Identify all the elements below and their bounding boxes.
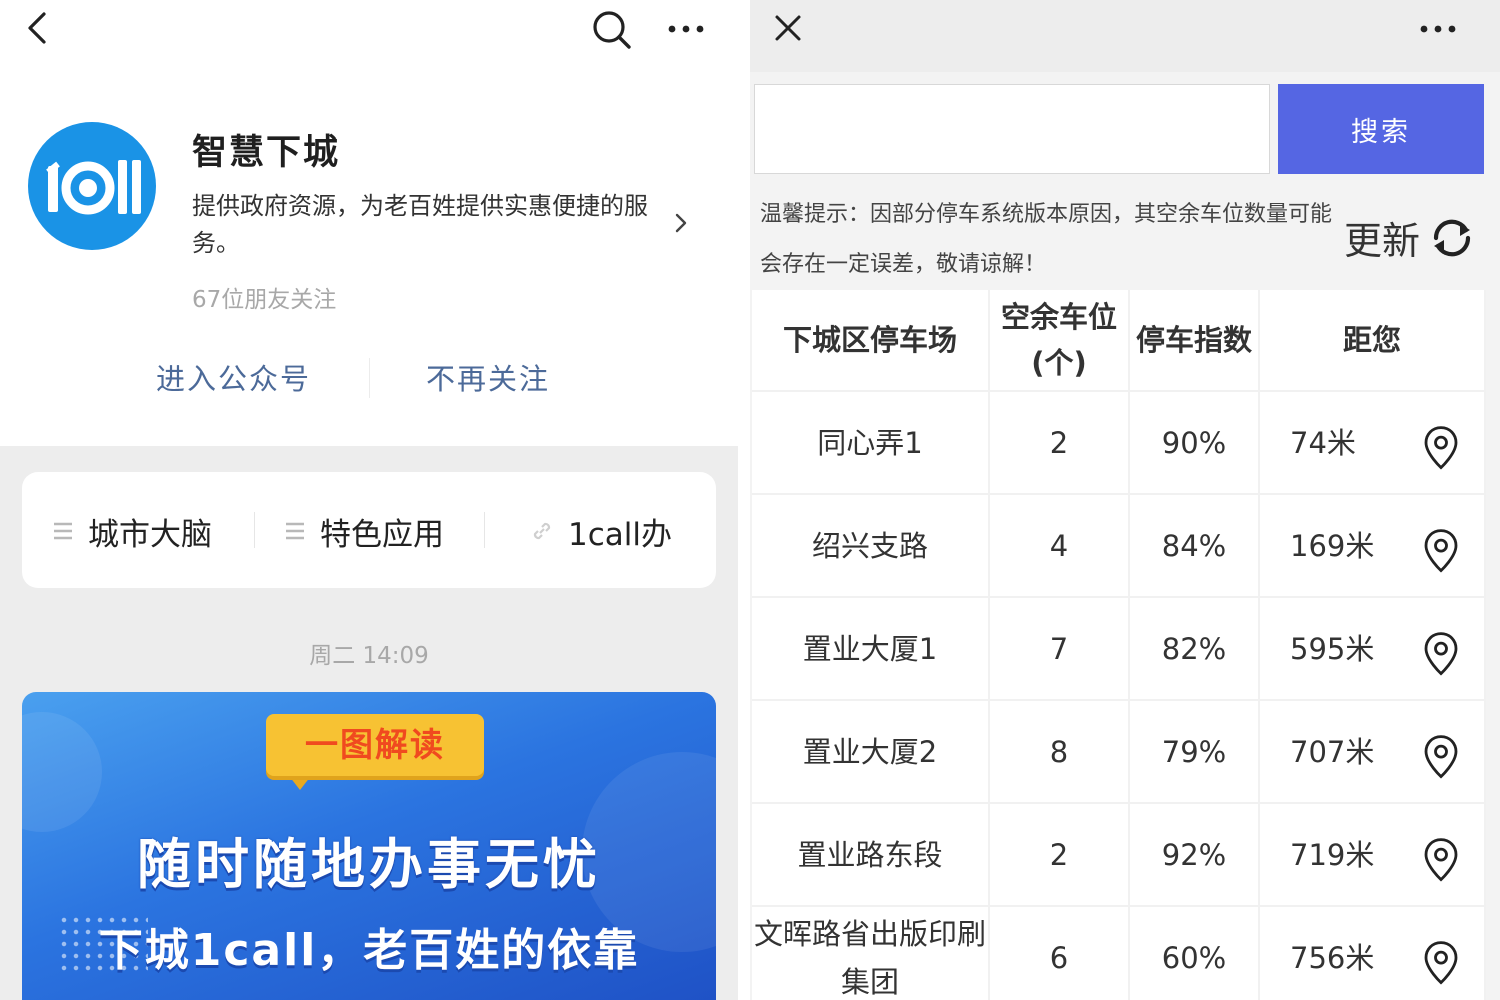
lot-name: 同心弄1 [752, 392, 990, 495]
more-options-icon[interactable] [664, 14, 708, 44]
webview-header [750, 0, 1500, 72]
table-row[interactable]: 绍兴支路 4 84% 169米 [752, 495, 1486, 598]
distance-value: 719米 [1290, 837, 1375, 872]
official-account-profile-pane: 智慧下城 提供政府资源，为老百姓提供实惠便捷的服务。 67位朋友关注 进入公众号… [0, 0, 738, 1000]
lot-name: 文晖路省出版印刷集团 [752, 907, 990, 1000]
distance-value: 707米 [1290, 734, 1375, 769]
divider [369, 358, 370, 398]
free-spaces: 2 [990, 392, 1130, 495]
lot-name: 置业大厦1 [752, 598, 990, 701]
table-row[interactable]: 置业大厦1 7 82% 595米 [752, 598, 1486, 701]
link-icon [533, 522, 551, 540]
parking-search-pane: 搜索 温馨提示：因部分停车系统版本原因，其空余车位数量可能会存在一定误差，敬请谅… [750, 0, 1500, 1000]
lot-name: 绍兴支路 [752, 495, 990, 598]
menu-lines-icon [54, 522, 72, 540]
article-banner[interactable]: 一图解读 随时随地办事无忧 下城1call，老百姓的依靠 [22, 692, 716, 1000]
free-spaces: 6 [990, 907, 1130, 1000]
table-row[interactable]: 文晖路省出版印刷集团 6 60% 756米 [752, 907, 1486, 1000]
parking-index: 92% [1130, 804, 1260, 907]
table-row[interactable]: 置业路东段 2 92% 719米 [752, 804, 1486, 907]
table-row[interactable]: 置业大厦2 8 79% 707米 [752, 701, 1486, 804]
account-logo [28, 122, 156, 250]
parking-index: 84% [1130, 495, 1260, 598]
column-header-free-spaces: 空余车位(个) [990, 290, 1130, 392]
menu-item-label: 1call办 [568, 516, 672, 553]
distance-cell: 707米 [1260, 701, 1486, 804]
free-spaces: 7 [990, 598, 1130, 701]
distance-cell: 719米 [1260, 804, 1486, 907]
profile-section: 智慧下城 提供政府资源，为老百姓提供实惠便捷的服务。 67位朋友关注 进入公众号… [0, 0, 738, 446]
divider [254, 512, 255, 548]
location-pin-icon[interactable] [1422, 424, 1460, 470]
distance-cell: 595米 [1260, 598, 1486, 701]
banner-tag: 一图解读 [266, 714, 484, 776]
location-pin-icon[interactable] [1422, 939, 1460, 985]
lot-name: 置业大厦2 [752, 701, 990, 804]
parking-index: 60% [1130, 907, 1260, 1000]
divider [484, 512, 485, 548]
free-spaces: 4 [990, 495, 1130, 598]
parking-index: 79% [1130, 701, 1260, 804]
refresh-label: 更新 [1344, 219, 1421, 263]
chevron-right-icon[interactable] [670, 208, 692, 238]
account-name: 智慧下城 [192, 133, 341, 173]
location-pin-icon[interactable] [1422, 836, 1460, 882]
distance-value: 169米 [1290, 528, 1375, 563]
account-description[interactable]: 提供政府资源，为老百姓提供实惠便捷的服务。 [192, 188, 672, 262]
follower-count: 67位朋友关注 [192, 287, 337, 313]
lot-name: 置业路东段 [752, 804, 990, 907]
table-header-row: 下城区停车场 空余车位(个) 停车指数 距您 [752, 290, 1486, 392]
search-input[interactable] [754, 84, 1270, 174]
logo-1call-icon [46, 160, 141, 215]
free-spaces: 8 [990, 701, 1130, 804]
close-icon[interactable] [770, 10, 806, 46]
location-pin-icon[interactable] [1422, 733, 1460, 779]
column-header-lot: 下城区停车场 [752, 290, 990, 392]
enter-account-button[interactable]: 进入公众号 [156, 356, 311, 398]
distance-cell: 169米 [1260, 495, 1486, 598]
parking-index: 90% [1130, 392, 1260, 495]
parking-table: 下城区停车场 空余车位(个) 停车指数 距您 同心弄1 2 90% 74米 绍兴… [752, 290, 1486, 1000]
free-spaces: 2 [990, 804, 1130, 907]
distance-value: 595米 [1290, 631, 1375, 666]
table-row[interactable]: 同心弄1 2 90% 74米 [752, 392, 1486, 495]
banner-title: 随时随地办事无忧 [137, 833, 601, 896]
banner-subtitle: 下城1call，老百姓的依靠 [98, 925, 640, 976]
location-pin-icon[interactable] [1422, 630, 1460, 676]
search-icon[interactable] [590, 8, 634, 52]
distance-cell: 756米 [1260, 907, 1486, 1000]
refresh-icon [1433, 219, 1471, 256]
menu-item-1call[interactable]: 1call办 [530, 510, 672, 553]
unfollow-button[interactable]: 不再关注 [426, 356, 550, 398]
column-header-parking-index: 停车指数 [1130, 290, 1260, 392]
location-pin-icon[interactable] [1422, 527, 1460, 573]
menu-item-city-brain[interactable]: 城市大脑 [52, 510, 212, 553]
menu-item-label: 特色应用 [320, 516, 444, 553]
distance-value: 756米 [1290, 940, 1375, 975]
distance-value: 74米 [1290, 425, 1356, 460]
search-button[interactable]: 搜索 [1278, 84, 1484, 174]
more-options-icon[interactable] [1416, 14, 1460, 44]
column-header-distance: 距您 [1260, 290, 1486, 392]
distance-cell: 74米 [1260, 392, 1486, 495]
menu-item-featured-apps[interactable]: 特色应用 [284, 510, 444, 553]
decorative-shape [22, 712, 102, 832]
menu-lines-icon [286, 522, 304, 540]
message-timestamp: 周二 14:09 [309, 643, 429, 669]
parking-index: 82% [1130, 598, 1260, 701]
notice-text: 温馨提示：因部分停车系统版本原因，其空余车位数量可能会存在一定误差，敬请谅解！ [760, 202, 1333, 277]
menu-item-label: 城市大脑 [88, 516, 212, 553]
account-menu-bar: 城市大脑 特色应用 1call办 [22, 472, 716, 588]
back-arrow-icon[interactable] [20, 10, 56, 46]
refresh-button[interactable]: 更新 [1344, 210, 1478, 265]
